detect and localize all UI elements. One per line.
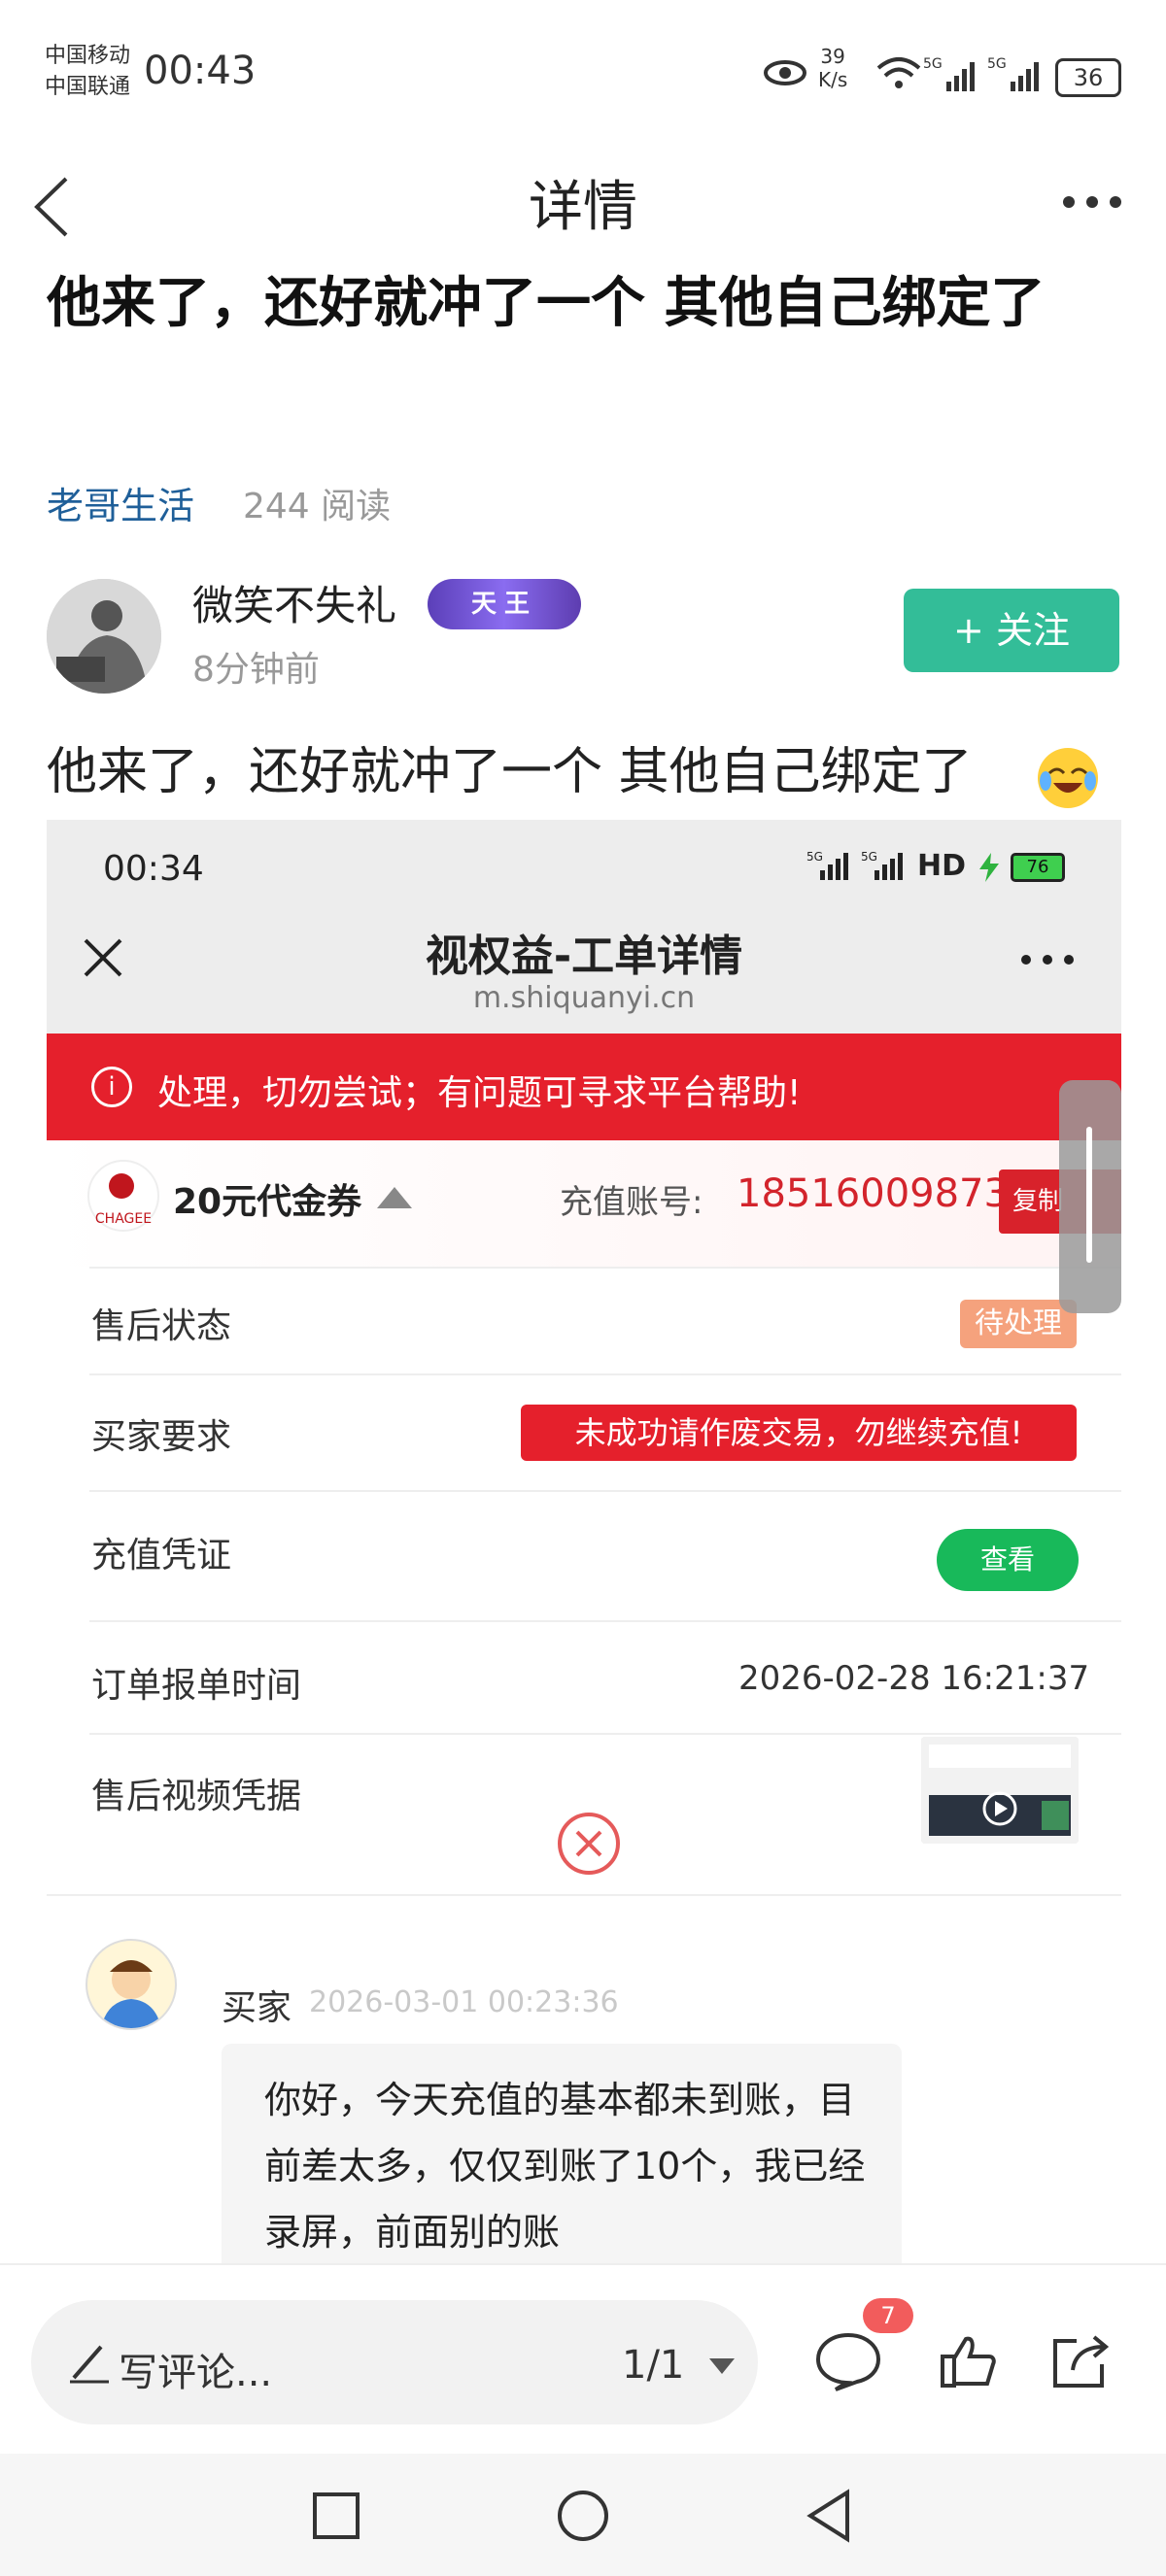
embedded-page-title: 视权益-工单详情 [425, 932, 743, 981]
comment-count-badge: 7 [863, 2298, 913, 2333]
scroll-handle-bar [1086, 1127, 1092, 1263]
buyer-time: 2026-03-01 00:23:36 [309, 1985, 619, 2019]
read-count: 244 阅读 [243, 487, 392, 526]
charging-icon [979, 853, 999, 882]
product-name: 20元代金券 [173, 1182, 362, 1222]
recent-apps-icon[interactable] [311, 2491, 361, 2541]
account-label: 充值账号: [560, 1183, 703, 1222]
dropdown-caret-icon[interactable] [707, 2356, 737, 2376]
like-icon[interactable] [939, 2333, 997, 2390]
follow-button[interactable]: + 关注 [904, 589, 1119, 672]
warning-text: 处理，切勿尝试；有问题可寻求平台帮助! [157, 1073, 802, 1113]
author-badge: 天王 [428, 579, 581, 629]
home-icon[interactable] [556, 2489, 610, 2543]
page-indicator[interactable]: 1/1 [622, 2343, 684, 2388]
product-row: CHAGEE 20元代金券 充值账号: 18516009873 复制 [47, 1140, 1121, 1267]
comment-icon[interactable] [814, 2329, 882, 2391]
carrier-2: 中国联通 [45, 75, 131, 99]
message-text: 你好，今天充值的基本都未到账，目前差太多，仅仅到账了10个，我已经录屏，前面别的… [264, 2079, 866, 2254]
row-label-video: 售后视频凭据 [91, 1777, 302, 1816]
net-speed: 39 K/s [818, 45, 847, 91]
remove-circle-icon[interactable] [554, 1809, 624, 1879]
divider [47, 1894, 1121, 1896]
brand-logo-mark [109, 1173, 134, 1199]
pencil-icon [70, 2345, 109, 2384]
embedded-browser-header: 00:34 5G 5G HD 76 视权益-工单详情 m.shiquanyi.c… [47, 820, 1121, 1034]
page-title: 详情 [529, 176, 637, 239]
row-label-order-time: 订单报单时间 [91, 1666, 302, 1706]
status-time: 00:43 [144, 49, 257, 93]
post-headline: 他来了，还好就冲了一个 其他自己绑定了 [47, 272, 1046, 335]
status-badge: 待处理 [960, 1300, 1077, 1348]
system-navigation-bar [0, 2454, 1166, 2576]
message-bubble: 你好，今天充值的基本都未到账，目前差太多，仅仅到账了10个，我已经录屏，前面别的… [222, 2044, 902, 2263]
view-button[interactable]: 查看 [937, 1529, 1079, 1591]
svg-text:5G: 5G [923, 56, 943, 72]
account-number: 18516009873 [737, 1171, 1009, 1216]
divider [89, 1373, 1121, 1375]
eye-icon [764, 60, 806, 85]
embedded-url: m.shiquanyi.cn [472, 981, 696, 1015]
comment-input[interactable]: 写评论... 1/1 [31, 2300, 758, 2424]
caret-up-icon[interactable] [375, 1185, 414, 1210]
order-time: 2026-02-28 16:21:37 [738, 1659, 1090, 1698]
signal-icon-2: 5G [987, 56, 1039, 91]
divider [89, 1620, 1121, 1622]
avatar-image [47, 579, 161, 694]
embedded-time: 00:34 [103, 849, 204, 889]
crying-laughing-emoji-icon [1038, 748, 1098, 808]
topic-link[interactable]: 老哥生活 [47, 476, 194, 529]
post-body: 他来了，还好就冲了一个 其他自己绑定了 [47, 743, 973, 801]
author-avatar[interactable] [47, 579, 161, 694]
divider [89, 1490, 1121, 1492]
signal-icon-1: 5G [923, 56, 975, 91]
more-icon[interactable] [1059, 190, 1127, 214]
back-icon[interactable] [805, 2489, 855, 2543]
bottom-action-bar: 写评论... 1/1 7 [0, 2263, 1166, 2456]
warning-banner: i 处理，切勿尝试；有问题可寻求平台帮助! [47, 1034, 1121, 1140]
embedded-battery: 76 [1011, 853, 1065, 882]
share-icon[interactable] [1049, 2331, 1112, 2390]
author-name[interactable]: 微笑不失礼 [192, 573, 396, 632]
wifi-icon [876, 57, 921, 88]
comment-placeholder: 写评论... [119, 2351, 273, 2395]
net-speed-unit: K/s [818, 68, 848, 91]
divider [89, 1733, 1121, 1735]
svg-text:5G: 5G [861, 850, 877, 864]
row-label-voucher: 充值凭证 [91, 1536, 232, 1576]
battery-indicator: 36 [1055, 58, 1121, 97]
row-label-request: 买家要求 [91, 1417, 232, 1457]
carrier-1: 中国移动 [45, 44, 131, 68]
status-bar-carriers: 中国移动 中国联通 [45, 41, 130, 103]
embedded-network: HD [917, 849, 967, 883]
buyer-request-badge: 未成功请作废交易，勿继续充值! [521, 1405, 1077, 1461]
video-thumbnail[interactable] [921, 1737, 1079, 1844]
svg-text:5G: 5G [806, 850, 823, 864]
embedded-more-icon[interactable] [1018, 952, 1077, 967]
post-time: 8分钟前 [192, 650, 320, 690]
buyer-avatar [86, 1939, 177, 2030]
info-icon: i [91, 1067, 132, 1107]
post-image[interactable]: 00:34 5G 5G HD 76 视权益-工单详情 m.shiquanyi.c… [47, 820, 1121, 2263]
svg-text:5G: 5G [987, 56, 1007, 72]
row-label-status: 售后状态 [91, 1306, 232, 1346]
buyer-name: 买家 [222, 1988, 292, 2028]
divider [89, 1267, 1121, 1269]
net-speed-value: 39 [820, 45, 845, 68]
